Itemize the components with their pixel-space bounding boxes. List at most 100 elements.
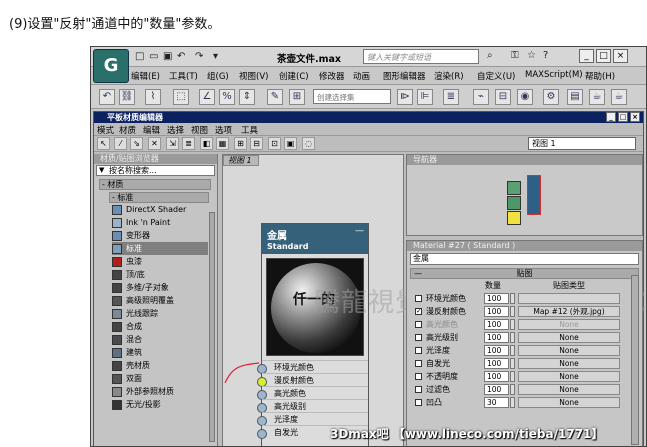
hide-unused-slots-icon[interactable]: ≣ [182,137,195,150]
map-amount-input[interactable]: 100 [484,384,509,395]
slate-menu-edit[interactable]: 编辑 [143,124,160,136]
map-slot-button[interactable]: Map #12 (外观.jpg) [518,306,620,317]
parameter-editor-icon[interactable]: ▣ [284,137,297,150]
material-list-item[interactable]: DirectX Shader [112,203,217,216]
material-editor-icon[interactable]: ◉ [517,89,533,105]
parameter-scrollbar[interactable] [631,275,639,445]
map-amount-input[interactable]: 100 [484,306,509,317]
render-setup-icon[interactable]: ⚙ [543,89,559,105]
slate-minimize-button[interactable]: _ [606,112,616,122]
render-production-icon[interactable]: ☕ [589,89,605,105]
browser-search-input[interactable]: 按名称搜索... [96,165,215,176]
map-slot-button[interactable]: None [518,397,620,408]
map-enable-checkbox[interactable] [415,386,422,393]
node-input-slot[interactable]: 高光级别 [257,399,368,413]
named-selection-icon[interactable]: ⊞ [289,89,305,105]
node-input-slot[interactable]: 光泽度 [257,412,368,426]
map-amount-spinner[interactable] [510,332,515,343]
standard-subgroup-header[interactable]: - 标准 [109,192,209,203]
menu-group[interactable]: 组(G) [207,70,229,82]
material-list-item[interactable]: 外部参照材质 [112,385,217,398]
node-input-slot[interactable]: 环境光颜色 [257,360,368,374]
map-amount-spinner[interactable] [510,371,515,382]
view-dropdown[interactable]: 视图 1 [528,137,636,150]
map-amount-spinner[interactable] [510,397,515,408]
map-slot-button[interactable]: None [518,384,620,395]
material-list-item[interactable]: 高级照明覆盖 [112,294,217,307]
menu-customize[interactable]: 自定义(U) [477,70,515,82]
menu-create[interactable]: 创建(C) [279,70,309,82]
slate-menu-view[interactable]: 视图 [191,124,208,136]
map-amount-spinner[interactable] [510,384,515,395]
material-name-field[interactable]: 金属 [410,253,639,265]
curve-editor-icon[interactable]: ⌁ [473,89,489,105]
material-id-icon[interactable]: ⊡ [268,137,281,150]
slate-menu-utilities[interactable]: 工具 [241,124,258,136]
map-amount-input[interactable]: 30 [484,397,509,408]
save-icon[interactable]: ▣ [163,51,172,62]
map-slot-button[interactable]: None [518,332,620,343]
map-enable-checkbox[interactable] [415,321,422,328]
new-file-icon[interactable]: □ [135,51,144,62]
material-list-item[interactable]: 合成 [112,320,217,333]
open-file-icon[interactable]: ▭ [149,51,158,62]
menu-tools[interactable]: 工具(T) [169,70,198,82]
node-input-slot[interactable]: 高光颜色 [257,386,368,400]
node-collapse-icon[interactable]: — [355,226,364,236]
redo-icon[interactable]: ↷ [195,51,203,62]
key-icon[interactable]: ⚿ [511,50,519,61]
layout-children-icon[interactable]: ⊟ [250,137,263,150]
slate-menu-options[interactable]: 选项 [215,124,232,136]
close-button[interactable]: × [613,49,628,63]
menu-views[interactable]: 视图(V) [239,70,268,82]
slate-maximize-button[interactable]: □ [618,112,628,122]
put-to-scene-icon[interactable]: ⇘ [130,137,143,150]
menu-rendering[interactable]: 渲染(R) [434,70,464,82]
map-amount-input[interactable]: 100 [484,332,509,343]
node-header[interactable]: 金属 Standard — [262,224,368,254]
schematic-view-icon[interactable]: ⊟ [495,89,511,105]
material-list-item[interactable]: 壳材质 [112,359,217,372]
material-list-item[interactable]: 光线跟踪 [112,307,217,320]
app-logo-icon[interactable]: G [93,49,129,83]
material-node[interactable]: 金属 Standard — 仟一的 环境光颜色 漫反射颜色 高光颜色 高光级别 光泽度自… [257,223,369,446]
pick-material-icon[interactable]: ⁄ [114,137,127,150]
menu-animation[interactable]: 动画 [353,70,370,82]
maps-rollout-header[interactable]: — 贴图 [410,268,639,279]
link-icon[interactable]: ⛓ [119,89,135,105]
nav-viewport-frame[interactable] [527,175,541,215]
slate-menu-modes[interactable]: 模式 [97,124,114,136]
layout-all-icon[interactable]: ⊞ [234,137,247,150]
delete-selected-icon[interactable]: ✕ [148,137,161,150]
material-list-item[interactable]: 变形器 [112,229,217,242]
show-background-icon[interactable]: ▦ [216,137,229,150]
material-list-item[interactable]: Ink 'n Paint [112,216,217,229]
quick-access-dropdown-icon[interactable]: ▾ [213,51,218,62]
slate-menu-material[interactable]: 材质 [119,124,136,136]
view-tab[interactable]: 视图 1 [223,155,259,166]
material-list-item[interactable]: 建筑 [112,346,217,359]
rendered-frame-window-icon[interactable]: ▤ [567,89,583,105]
menu-modifiers[interactable]: 修改器 [319,70,345,82]
spinner-snap-icon[interactable]: ⇕ [239,89,255,105]
map-amount-spinner[interactable] [510,306,515,317]
render-iterative-icon[interactable]: ☕ [611,89,627,105]
material-list-item[interactable]: 双面 [112,372,217,385]
material-list-item[interactable]: 无光/投影 [112,398,217,411]
map-enable-checkbox[interactable] [415,295,422,302]
percent-snap-icon[interactable]: % [219,89,235,105]
select-object-icon[interactable]: ⬚ [173,89,189,105]
map-slot-button[interactable] [518,293,620,304]
map-amount-spinner[interactable] [510,358,515,369]
material-list-item[interactable]: 多维/子对象 [112,281,217,294]
binoculars-icon[interactable]: ⌕ [487,50,493,61]
move-children-icon[interactable]: ⇲ [166,137,179,150]
bind-spacewarp-icon[interactable]: ⌇ [145,89,161,105]
map-amount-spinner[interactable] [510,319,515,330]
materials-group-header[interactable]: - 材质 [99,179,211,190]
select-by-material-icon[interactable]: ◌ [302,137,315,150]
map-amount-spinner[interactable] [510,345,515,356]
layer-manager-icon[interactable]: ≣ [443,89,459,105]
slate-close-button[interactable]: × [630,112,640,122]
help-icon[interactable]: ? [543,50,548,61]
